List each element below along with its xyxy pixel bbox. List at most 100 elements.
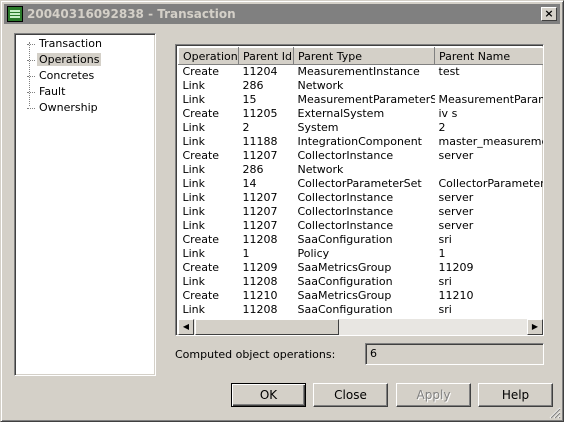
cell-parent-name xyxy=(435,163,544,177)
table-header-row: Operation Parent Id Parent Type Parent N… xyxy=(178,47,543,65)
tree-item-label: Transaction xyxy=(39,37,102,50)
cell-operation: Link xyxy=(182,79,206,92)
computed-operations-label: Computed object operations: xyxy=(175,348,336,361)
cell-parent-name: iv s xyxy=(438,107,458,120)
tree-item-concretes[interactable]: Concretes xyxy=(15,68,155,84)
cell-operation: Link xyxy=(182,93,206,106)
cell-operation: Create xyxy=(182,233,220,246)
column-header-parent-type[interactable]: Parent Type xyxy=(293,47,435,65)
cell-parent-name: server xyxy=(438,149,474,162)
table-row[interactable]: Link 1 Policy 1 xyxy=(179,247,544,261)
cell-parent-type: MeasurementInstance xyxy=(297,65,420,78)
table-row[interactable]: Create 11204 MeasurementInstance test xyxy=(179,65,544,80)
column-header-parent-id[interactable]: Parent Id xyxy=(238,47,294,65)
cell-parent-type: CollectorInstance xyxy=(297,191,394,204)
close-window-button[interactable]: × xyxy=(541,7,557,21)
cell-parent-id: 11204 xyxy=(242,65,278,78)
tree-connector xyxy=(27,108,35,109)
cell-operation: Link xyxy=(182,135,206,148)
tree-item-transaction[interactable]: Transaction xyxy=(15,36,155,52)
cell-operation: Link xyxy=(182,275,206,288)
table-row[interactable]: Link 11207 CollectorInstance server xyxy=(179,219,544,233)
cell-parent-type: System xyxy=(297,121,339,134)
cell-operation: Link xyxy=(182,121,206,134)
tree-connector xyxy=(27,92,35,93)
cell-parent-type: SaaMetricsGroup xyxy=(297,261,392,274)
app-icon xyxy=(7,6,23,22)
transaction-dialog: 20040316092838 - Transaction × Transacti… xyxy=(0,0,564,422)
table-row[interactable]: Link 15 MeasurementParameterSet Measurement… xyxy=(179,93,544,107)
table-row[interactable]: Link 11207 CollectorInstance server xyxy=(179,205,544,219)
cell-parent-name: server xyxy=(438,191,474,204)
cell-parent-id: 11207 xyxy=(242,219,278,232)
tree-item-ownership[interactable]: Ownership xyxy=(15,100,155,116)
table-row[interactable]: Link 286 Network xyxy=(179,79,544,93)
tree-item-label: Concretes xyxy=(39,69,95,82)
horizontal-scrollbar[interactable]: ◀ ▶ xyxy=(178,319,543,335)
cell-parent-id: 2 xyxy=(242,121,250,134)
table-row[interactable]: Create 11208 SaaConfiguration sri xyxy=(179,233,544,247)
cell-parent-type: SaaConfiguration xyxy=(297,303,393,316)
column-header-parent-name[interactable]: Parent Name xyxy=(434,47,543,65)
cell-parent-name: 11209 xyxy=(438,261,474,274)
tree-item-label: Ownership xyxy=(39,101,98,114)
scrollbar-thumb[interactable] xyxy=(195,319,339,335)
cell-parent-id: 11207 xyxy=(242,191,278,204)
window-title: 20040316092838 - Transaction xyxy=(27,7,236,21)
table-row[interactable]: Link 11188 IntegrationComponent master_meas… xyxy=(179,135,544,149)
table-row[interactable]: Create 11210 SaaMetricsGroup 11210 xyxy=(179,289,544,303)
cell-parent-id: 14 xyxy=(242,177,257,190)
scroll-left-icon[interactable]: ◀ xyxy=(178,319,194,335)
table-row[interactable]: Link 286 Network xyxy=(179,163,544,177)
cell-operation: Link xyxy=(182,163,206,176)
cell-operation: Link xyxy=(182,191,206,204)
tree-connector xyxy=(27,76,35,77)
cell-parent-id: 11210 xyxy=(242,289,278,302)
cell-parent-name: 2 xyxy=(438,121,446,134)
cell-parent-id: 11208 xyxy=(242,233,278,246)
cell-parent-id: 11209 xyxy=(242,261,278,274)
cell-parent-id: 11208 xyxy=(242,275,278,288)
table-row[interactable]: Link 11207 CollectorInstance server xyxy=(179,191,544,205)
cell-parent-type: CollectorInstance xyxy=(297,219,394,232)
close-button[interactable]: Close xyxy=(313,383,388,407)
cell-parent-id: 11207 xyxy=(242,149,278,162)
apply-button[interactable]: Apply xyxy=(396,383,471,407)
cell-parent-name: server xyxy=(438,219,474,232)
computed-operations-field: 6 xyxy=(365,343,544,365)
table-row[interactable]: Link 11208 SaaConfiguration sri xyxy=(179,275,544,289)
title-bar[interactable]: 20040316092838 - Transaction × xyxy=(4,4,560,24)
cell-parent-type: MeasurementParameterSet xyxy=(297,93,435,106)
resize-grip-icon[interactable] xyxy=(549,407,561,419)
cell-parent-name: sri xyxy=(438,233,452,246)
cell-parent-name: 1 xyxy=(438,247,446,260)
cell-operation: Link xyxy=(182,219,206,232)
table-row[interactable]: Link 2 System 2 xyxy=(179,121,544,135)
table-row[interactable]: Create 11205 ExternalSystem iv s xyxy=(179,107,544,121)
cell-operation: Create xyxy=(182,261,220,274)
cell-parent-id: 11208 xyxy=(242,303,278,316)
cell-parent-id: 11207 xyxy=(242,205,278,218)
cell-parent-type: SaaConfiguration xyxy=(297,233,393,246)
table-row[interactable]: Create 11209 SaaMetricsGroup 11209 xyxy=(179,261,544,275)
cell-parent-type: ExternalSystem xyxy=(297,107,385,120)
navigation-tree: Transaction Operations Concretes Fault Owner… xyxy=(14,33,156,376)
tree-connector xyxy=(27,44,35,45)
column-header-operation[interactable]: Operation xyxy=(178,47,239,65)
cell-parent-name: master_measurement_ xyxy=(438,135,544,148)
ok-button[interactable]: OK xyxy=(231,383,306,407)
cell-parent-name xyxy=(435,79,544,93)
tree-item-operations[interactable]: Operations xyxy=(15,52,155,68)
cell-parent-id: 1 xyxy=(242,247,250,260)
tree-item-label: Operations xyxy=(37,53,102,66)
scroll-right-icon[interactable]: ▶ xyxy=(527,319,543,335)
cell-parent-name: sri xyxy=(438,303,452,316)
cell-parent-name: test xyxy=(438,65,460,78)
table-row[interactable]: Link 14 CollectorParameterSet CollectorPara… xyxy=(179,177,544,191)
tree-connector xyxy=(27,60,35,61)
table-row[interactable]: Create 11207 CollectorInstance server xyxy=(179,149,544,163)
table-row[interactable]: Link 11208 SaaConfiguration sri xyxy=(179,303,544,317)
cell-operation: Create xyxy=(182,65,220,78)
help-button[interactable]: Help xyxy=(478,383,553,407)
tree-item-fault[interactable]: Fault xyxy=(15,84,155,100)
